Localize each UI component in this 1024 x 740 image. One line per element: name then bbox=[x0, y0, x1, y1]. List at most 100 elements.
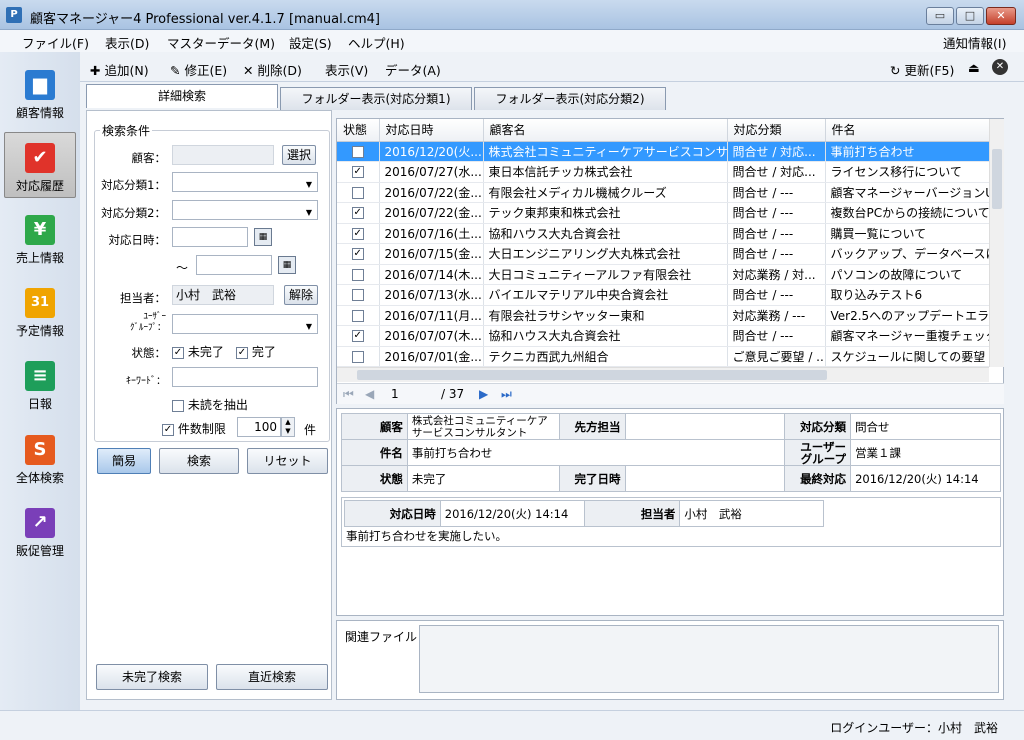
row-customer-cell: バイエルマテリアル中央合資会社 bbox=[483, 284, 728, 306]
checkbox-checked-icon[interactable]: ✓ bbox=[351, 227, 364, 240]
checkbox-checked-icon[interactable]: ✓ bbox=[351, 248, 364, 261]
row-status-cell[interactable] bbox=[337, 264, 380, 285]
column-header-subject[interactable]: 件名 bbox=[825, 119, 990, 142]
keyword-input[interactable] bbox=[172, 367, 318, 387]
data-menu[interactable]: データ(A) bbox=[385, 60, 441, 79]
table-row[interactable]: 2016/07/13(水... バイエルマテリアル中央合資会社 問合せ / --- 取… bbox=[337, 284, 990, 306]
row-status-cell[interactable] bbox=[337, 284, 380, 306]
menu-help[interactable]: ヘルプ(H) bbox=[348, 33, 405, 52]
related-files-list[interactable] bbox=[419, 625, 999, 693]
sidebar-item-schedule[interactable]: 31 予定情報 bbox=[4, 278, 76, 344]
menu-settings[interactable]: 設定(S) bbox=[289, 33, 332, 52]
checkbox-empty-icon[interactable] bbox=[351, 350, 364, 363]
column-header-status[interactable]: 状態 bbox=[337, 119, 380, 142]
search-button[interactable]: 検索 bbox=[159, 448, 239, 474]
row-status-cell[interactable] bbox=[337, 141, 380, 162]
column-header-category[interactable]: 対応分類 bbox=[727, 119, 826, 142]
first-page-icon[interactable]: ⏮ bbox=[343, 387, 354, 402]
column-header-customer[interactable]: 顧客名 bbox=[483, 119, 728, 142]
close-panel-icon[interactable]: ✕ bbox=[992, 59, 1008, 75]
table-row[interactable]: ✓ 2016/07/16(土... 協和ハウス大丸合資会社 問合せ / --- 購買一覧… bbox=[337, 223, 990, 244]
row-customer-cell: 協和ハウス大丸合資会社 bbox=[483, 223, 728, 244]
status-open-checkbox[interactable]: ✓ 未完了 bbox=[172, 343, 224, 360]
checkbox-checked-icon[interactable]: ✓ bbox=[351, 166, 364, 179]
minimize-button[interactable]: ▭ bbox=[926, 7, 954, 25]
reset-button[interactable]: リセット bbox=[247, 448, 328, 474]
sidebar-item-history[interactable]: ✔ 対応履歴 bbox=[4, 132, 76, 198]
sidebar-item-sales[interactable]: ¥ 売上情報 bbox=[4, 205, 76, 271]
table-row[interactable]: 2016/07/22(金... 有限会社メディカル機械クルーズ 問合せ / --- 顧… bbox=[337, 182, 990, 203]
calendar-icon[interactable]: ▦ bbox=[254, 228, 272, 246]
open-items-search-button[interactable]: 未完了検索 bbox=[96, 664, 208, 690]
table-row[interactable]: ✓ 2016/07/15(金... 大日エンジニアリング大丸株式会社 問合せ / --… bbox=[337, 243, 990, 265]
checkbox-checked-icon[interactable]: ✓ bbox=[351, 330, 364, 343]
row-status-cell[interactable]: ✓ bbox=[337, 202, 380, 224]
column-header-date[interactable]: 対応日時 bbox=[379, 119, 484, 142]
table-row[interactable]: ✓ 2016/07/27(水... 東日本信託チッカ株式会社 問合せ / 対応... ラ… bbox=[337, 161, 990, 183]
checkbox-empty-icon[interactable] bbox=[351, 268, 364, 281]
row-status-cell[interactable]: ✓ bbox=[337, 161, 380, 183]
sidebar-item-customer[interactable]: ▆ 顧客情報 bbox=[4, 60, 76, 126]
refresh-button[interactable]: ↻ 更新(F5) bbox=[890, 60, 954, 79]
clear-staff-button[interactable]: 解除 bbox=[284, 285, 318, 305]
sidebar-item-global-search[interactable]: S 全体検索 bbox=[4, 425, 76, 491]
table-row[interactable]: 2016/07/11(月... 有限会社ラサシヤッター東和 対応業務 / --- Ve… bbox=[337, 305, 990, 326]
table-row[interactable]: 2016/07/01(金... テクニカ西武九州組合 ご意見ご要望 / ... スケジ… bbox=[337, 346, 990, 367]
recent-search-button[interactable]: 直近検索 bbox=[216, 664, 328, 690]
add-button[interactable]: ✚ 追加(N) bbox=[90, 60, 149, 79]
sidebar-item-daily-report[interactable]: ≡ 日報 bbox=[4, 351, 76, 417]
edit-button[interactable]: ✎ 修正(E) bbox=[170, 60, 227, 79]
table-row[interactable]: 2016/12/20(火...株式会社コミュニティーケアサービスコンサルタント問… bbox=[337, 141, 990, 162]
next-page-icon[interactable]: ▶ bbox=[479, 387, 488, 401]
table-row[interactable]: ✓ 2016/07/07(木... 協和ハウス大丸合資会社 問合せ / --- 顧客マネ… bbox=[337, 325, 990, 347]
limit-input[interactable]: 100 bbox=[237, 417, 281, 437]
row-status-cell[interactable] bbox=[337, 346, 380, 367]
staff-field[interactable]: 小村 武裕 bbox=[172, 285, 274, 305]
delete-button[interactable]: ✕ 削除(D) bbox=[243, 60, 302, 79]
checkbox-empty-icon[interactable] bbox=[351, 145, 364, 158]
simple-mode-button[interactable]: 簡易 bbox=[97, 448, 151, 474]
view-menu[interactable]: 表示(V) bbox=[325, 60, 368, 79]
checkbox-checked-icon[interactable]: ✓ bbox=[351, 207, 364, 220]
user-group-select[interactable] bbox=[172, 314, 318, 336]
title-bar: P 顧客マネージャー4 Professional ver.4.1.7 [manu… bbox=[0, 0, 1024, 30]
sidebar-item-promotion[interactable]: ↗ 販促管理 bbox=[4, 498, 76, 564]
checkbox-empty-icon[interactable] bbox=[351, 309, 364, 322]
tab-folder-cat2[interactable]: フォルダー表示(対応分類2) bbox=[474, 87, 666, 110]
row-status-cell[interactable]: ✓ bbox=[337, 223, 380, 244]
menu-notice[interactable]: 通知情報(I) bbox=[943, 33, 1006, 52]
maximize-button[interactable]: □ bbox=[956, 7, 984, 25]
menu-view[interactable]: 表示(D) bbox=[105, 33, 149, 52]
horizontal-scrollbar[interactable] bbox=[337, 367, 989, 382]
date-to-input[interactable] bbox=[196, 255, 272, 275]
select-customer-button[interactable]: 選択 bbox=[282, 145, 316, 165]
category2-select[interactable] bbox=[172, 200, 318, 222]
page-input[interactable]: 1 bbox=[389, 387, 435, 401]
checkbox-empty-icon[interactable] bbox=[351, 186, 364, 199]
tab-detail-search[interactable]: 詳細検索 bbox=[86, 84, 278, 108]
upload-icon[interactable]: ⏏ bbox=[968, 60, 980, 75]
row-status-cell[interactable]: ✓ bbox=[337, 325, 380, 347]
customer-field[interactable] bbox=[172, 145, 274, 165]
menu-master-data[interactable]: マスターデータ(M) bbox=[167, 33, 275, 52]
tab-folder-cat1[interactable]: フォルダー表示(対応分類1) bbox=[280, 87, 472, 110]
close-button[interactable]: ✕ bbox=[986, 7, 1016, 25]
table-row[interactable]: 2016/07/14(木... 大日コミュニティーアルファ有限会社 対応業務 / 対… bbox=[337, 264, 990, 285]
date-from-input[interactable] bbox=[172, 227, 248, 247]
row-status-cell[interactable] bbox=[337, 182, 380, 203]
category1-select[interactable] bbox=[172, 172, 318, 194]
row-status-cell[interactable]: ✓ bbox=[337, 243, 380, 265]
sidebar-item-label: 日報 bbox=[27, 397, 52, 411]
limit-stepper[interactable]: ▲ ▼ bbox=[281, 417, 295, 437]
last-page-icon[interactable]: ⏭ bbox=[501, 387, 512, 402]
menu-file[interactable]: ファイル(F) bbox=[22, 33, 89, 52]
unread-checkbox[interactable]: 未読を抽出 bbox=[172, 396, 248, 413]
row-status-cell[interactable] bbox=[337, 305, 380, 326]
vertical-scrollbar[interactable] bbox=[989, 119, 1004, 367]
limit-checkbox[interactable]: ✓ 件数制限 bbox=[162, 420, 226, 437]
prev-page-icon[interactable]: ◀ bbox=[365, 387, 374, 401]
checkbox-empty-icon[interactable] bbox=[351, 289, 364, 302]
status-done-checkbox[interactable]: ✓ 完了 bbox=[236, 343, 276, 360]
table-row[interactable]: ✓ 2016/07/22(金... テック東邦東和株式会社 問合せ / --- 複数台P… bbox=[337, 202, 990, 224]
calendar-icon[interactable]: ▦ bbox=[278, 256, 296, 274]
